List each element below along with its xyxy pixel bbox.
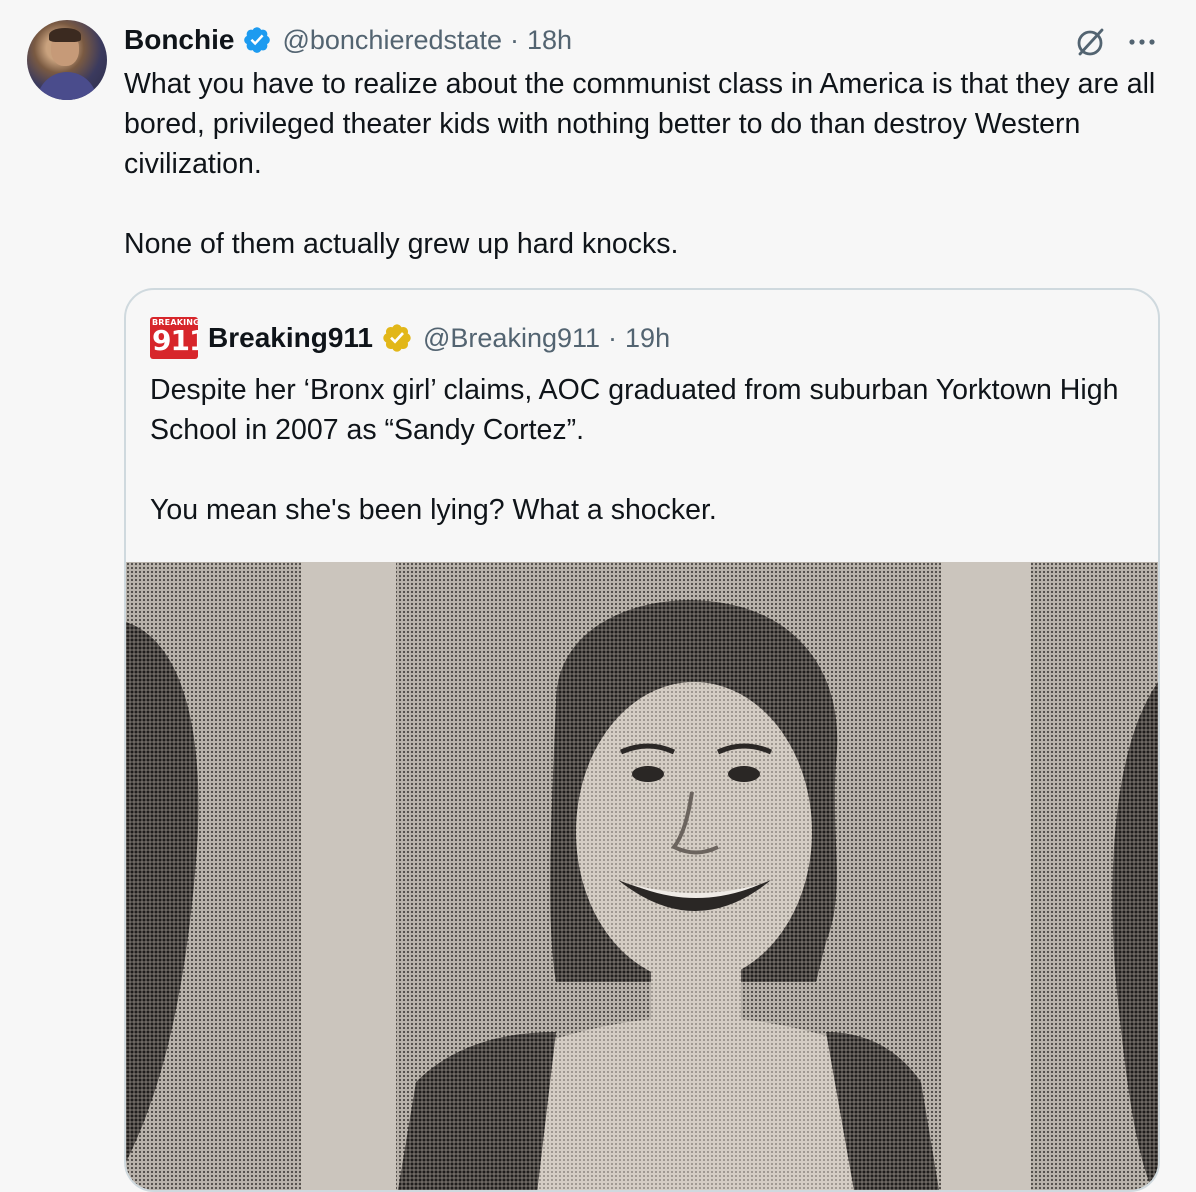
quoted-photo[interactable] [126, 562, 1158, 1190]
verified-badge-icon[interactable] [242, 25, 272, 55]
header-separator: · [510, 24, 520, 55]
author-handle[interactable]: @bonchieredstate [282, 25, 502, 56]
avatar-shirt [37, 72, 97, 100]
quoted-author-name[interactable]: Breaking911 [208, 322, 373, 354]
grok-icon[interactable] [1072, 24, 1108, 60]
gold-verified-badge-icon[interactable] [381, 322, 413, 354]
author-name[interactable]: Bonchie [124, 24, 234, 56]
quoted-avatar-big-text: 911 [152, 324, 198, 357]
more-icon[interactable] [1126, 26, 1158, 58]
yearbook-photo-graphic [126, 562, 1158, 1190]
avatar-hair [49, 28, 81, 42]
tweet[interactable]: Bonchie @bonchieredstate · 18h What you [0, 0, 1196, 1192]
author-avatar[interactable] [27, 20, 107, 100]
quoted-avatar[interactable]: BREAKING 911 [150, 317, 198, 359]
tweet-actions-top [1072, 24, 1158, 60]
tweet-time[interactable]: 18h [527, 25, 572, 56]
quoted-author-handle[interactable]: @Breaking911 [423, 323, 600, 354]
quoted-header: BREAKING 911 Breaking911 @Breaking911 · … [150, 317, 670, 359]
quoted-header-separator: · [608, 322, 618, 353]
quoted-time[interactable]: 19h [625, 323, 670, 354]
quoted-text: Despite her ‘Bronx girl’ claims, AOC gra… [150, 374, 1119, 526]
tweet-text: What you have to realize about the commu… [124, 68, 1156, 260]
quoted-tweet[interactable]: BREAKING 911 Breaking911 @Breaking911 · … [124, 288, 1160, 1192]
tweet-header: Bonchie @bonchieredstate · 18h [124, 22, 572, 58]
